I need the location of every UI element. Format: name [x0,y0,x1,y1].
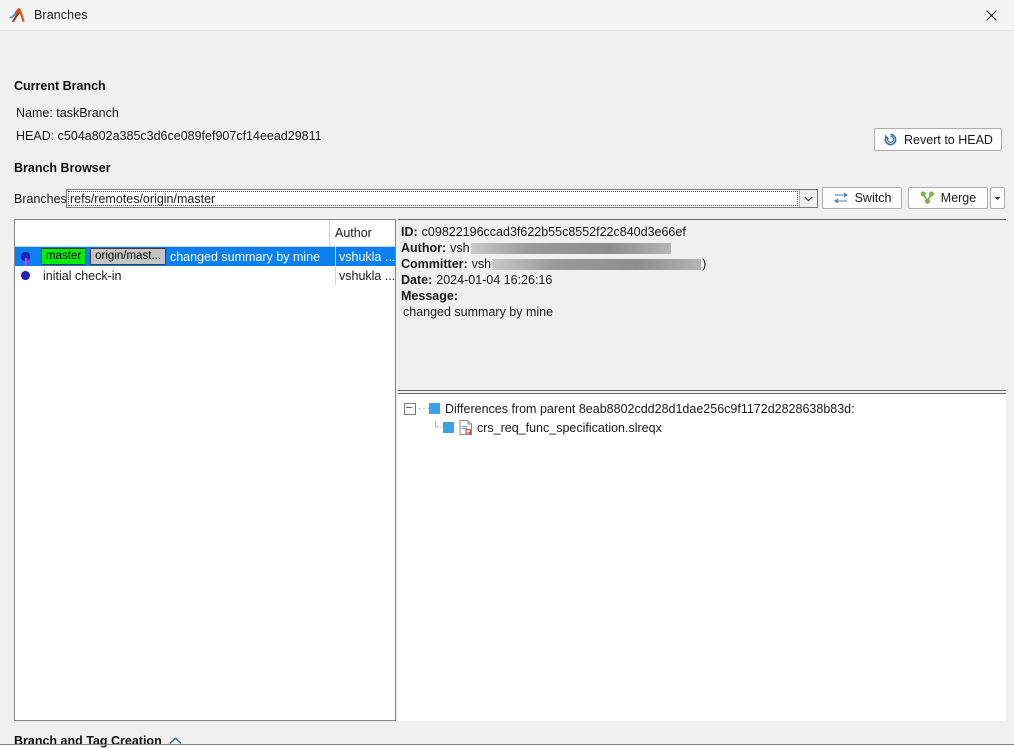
revert-to-head-button[interactable]: Revert to HEAD [874,128,1002,151]
detail-author-value: vsh [450,241,470,255]
detail-author-label: Author: [401,241,447,255]
branches-combobox[interactable]: refs/remotes/origin/master [66,189,818,208]
window-title: Branches [34,8,88,22]
branches-label: Branches: [14,192,71,206]
current-branch-heading: Current Branch [14,79,106,93]
detail-id-label: ID: [401,225,418,239]
column-header-graph[interactable] [15,220,330,246]
switch-label: Switch [854,191,892,205]
differences-tree[interactable]: ··· Differences from parent 8eab8802cdd2… [398,393,1006,721]
detail-date-label: Date: [401,273,433,287]
commit-summary: changed summary by mine [169,249,321,264]
close-button[interactable] [969,0,1014,30]
chevron-down-icon [804,196,813,202]
detail-committer-label: Committer: [401,257,468,271]
detail-id-value: c09822196ccad3f622b55c8552f22c840d3e66ef [421,225,686,239]
commit-row-main: master origin/mast... changed summary by… [15,247,335,266]
branch-browser-heading: Branch Browser [14,161,111,175]
revert-arrow-icon [884,133,897,146]
detail-message-value: changed summary by mine [403,305,554,319]
tree-node-square-icon [443,422,454,433]
current-branch-name: Name: taskBranch [16,106,119,120]
commit-list[interactable]: Author master origin/mast... changed sum… [14,219,396,721]
differences-file-name: crs_req_func_specification.slreqx [477,420,662,435]
commit-summary: initial check-in [43,268,122,283]
redaction-bar [492,258,702,270]
switch-arrows-icon [833,192,848,204]
branch-and-tag-creation-section[interactable]: Branch and Tag Creation [14,734,182,748]
detail-message-label: Message: [401,289,458,303]
detail-committer-suffix: ) [702,257,707,271]
commit-author: vshukla ... [335,266,395,285]
window-titlebar: Branches [0,0,1014,31]
table-row[interactable]: master origin/mast... changed summary by… [15,247,395,266]
detail-date-value: 2024-01-04 16:26:16 [436,273,553,287]
branches-dropdown-button[interactable] [799,190,817,207]
commit-row-main: initial check-in [15,266,335,285]
tree-node-square-icon [429,403,440,414]
commit-list-header: Author [15,220,395,247]
redaction-bar [470,242,671,254]
commit-graph-cell [15,266,41,285]
switch-button[interactable]: Switch [822,187,902,209]
merge-label: Merge [940,191,977,205]
detail-date: Date: 2024-01-04 16:26:16 [401,272,1006,288]
detail-id: ID: c09822196ccad3f622b55c8552f22c840d3e… [401,224,1006,240]
tree-row-file[interactable]: └·· crs_req_func_specification.slreqx [398,418,1006,437]
branch-and-tag-creation-heading: Branch and Tag Creation [14,734,162,748]
detail-committer-value: vsh [471,257,492,271]
commit-edge-line [25,258,27,266]
dialog-bottom-divider [0,744,1014,745]
differences-root-label: Differences from parent 8eab8802cdd28d1d… [445,401,855,416]
commit-author: vshukla ... [335,247,395,266]
dialog-body: Current Branch Name: taskBranch HEAD: c5… [0,31,1014,748]
merge-branch-icon [920,191,934,204]
caret-down-icon [994,196,1001,200]
branches-input[interactable]: refs/remotes/origin/master [67,190,799,207]
ref-badge-local[interactable]: master [41,248,87,265]
tree-row-root[interactable]: ··· Differences from parent 8eab8802cdd2… [398,399,1006,418]
column-header-author[interactable]: Author [330,220,395,246]
table-row[interactable]: initial check-in vshukla ... [15,266,395,285]
matlab-membrane-icon [8,7,25,22]
tree-connector-dots: └·· [432,422,449,433]
ref-badge-remote[interactable]: origin/mast... [90,248,166,265]
collapse-expander-icon[interactable] [404,402,416,415]
detail-author: Author: vsh [401,240,1006,256]
slreqx-file-icon [459,420,472,435]
tree-connector-dots: ··· [418,403,431,414]
commit-node-icon [21,271,30,280]
commit-graph-cell [15,247,41,266]
merge-dropdown-button[interactable] [990,187,1005,209]
commit-details-panel: ID: c09822196ccad3f622b55c8552f22c840d3e… [398,219,1006,391]
current-branch-head: HEAD: c504a802a385c3d6ce089fef907cf14eea… [16,129,322,143]
detail-committer: Committer: vsh ) [401,256,1006,272]
revert-to-head-label: Revert to HEAD [904,132,993,147]
close-icon [986,9,997,21]
merge-button[interactable]: Merge [908,187,988,209]
